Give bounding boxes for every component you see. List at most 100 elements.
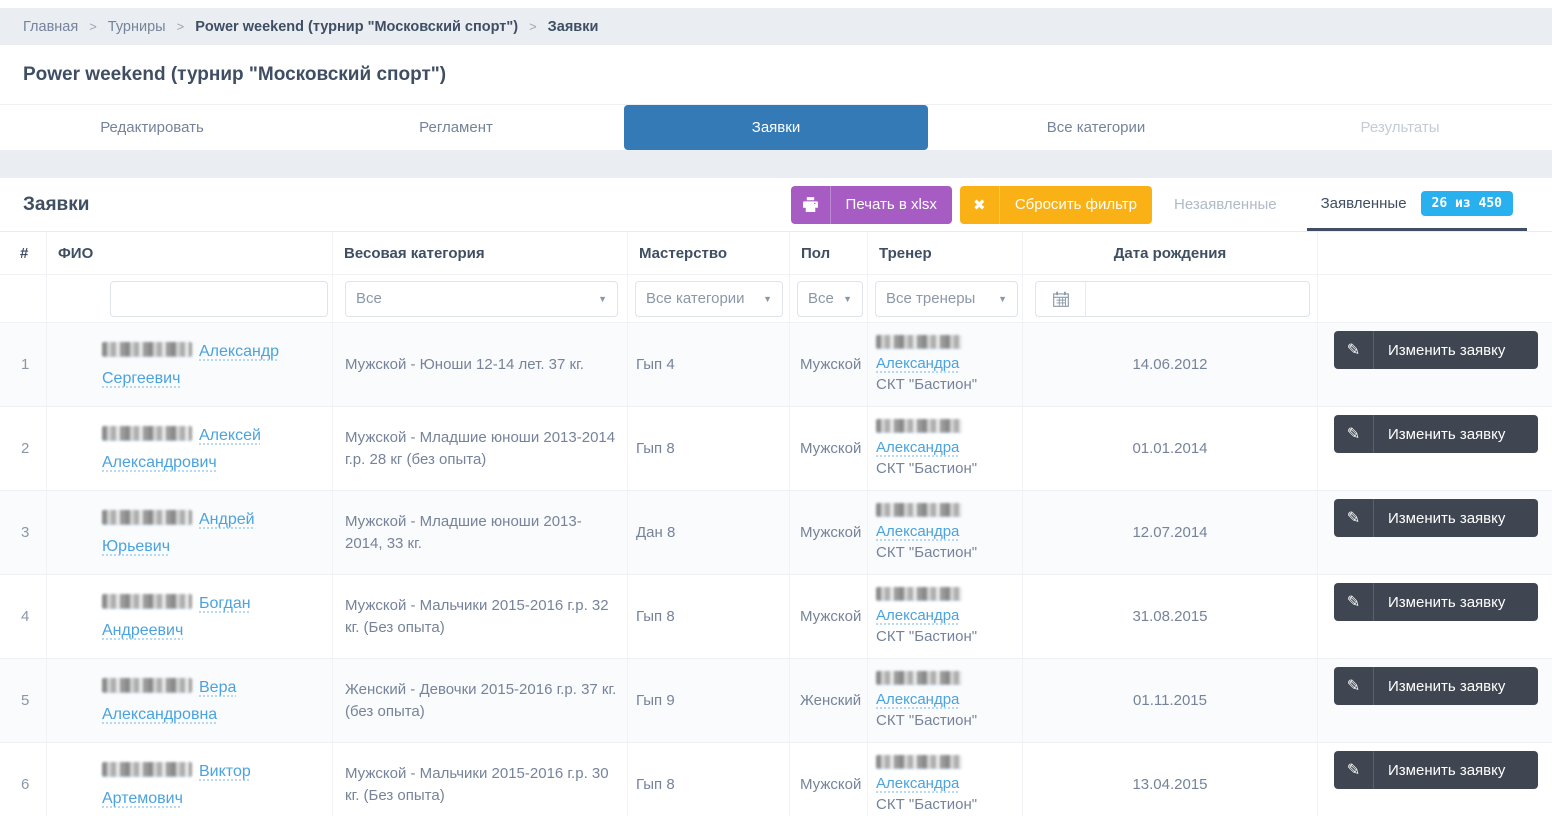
edit-application-button[interactable]: ✎ Изменить заявку bbox=[1334, 751, 1538, 789]
trainer-club: СКТ "Бастион" bbox=[876, 374, 1022, 395]
action-cell: ✎ Изменить заявку bbox=[1318, 659, 1552, 742]
row-number: 1 bbox=[0, 323, 47, 406]
gender-cell: Мужской bbox=[790, 323, 868, 406]
birth-date-filter-input[interactable] bbox=[1086, 282, 1309, 316]
birth-date-cell: 14.06.2012 bbox=[1023, 323, 1318, 406]
redacted-trainer-surname bbox=[876, 419, 962, 433]
header-actions bbox=[1318, 232, 1552, 274]
birth-date-cell: 01.11.2015 bbox=[1023, 659, 1318, 742]
athlete-link[interactable]: Виктор Артемович bbox=[102, 758, 322, 812]
athlete-link[interactable]: Вера Александровна bbox=[102, 674, 322, 728]
filter-trainer-cell: Все тренеры ▼ bbox=[868, 275, 1023, 323]
action-cell: ✎ Изменить заявку bbox=[1318, 323, 1552, 406]
trainer-cell: Александра СКТ "Бастион" bbox=[868, 323, 1023, 406]
header-fio: ФИО bbox=[47, 232, 333, 274]
trainer-link[interactable]: Александра bbox=[876, 353, 959, 374]
weight-category-cell: Мужской - Мальчики 2015-2016 г.р. 32 кг.… bbox=[333, 575, 628, 658]
x-icon: ✖ bbox=[960, 186, 1000, 224]
skill-cell: Гып 9 bbox=[628, 659, 790, 742]
filter-fio-cell bbox=[47, 275, 333, 323]
table-row: 6 Виктор Артемович Мужской - Мальчики 20… bbox=[0, 743, 1552, 816]
table-row: 3 Андрей Юрьевич Мужской - Младшие юноши… bbox=[0, 491, 1552, 575]
calendar-icon[interactable] bbox=[1036, 282, 1086, 316]
separator-band bbox=[0, 150, 1552, 178]
pencil-icon: ✎ bbox=[1334, 583, 1374, 621]
skill-filter-select[interactable]: Все категории ▼ bbox=[635, 281, 783, 317]
athlete-link[interactable]: Алексей Александрович bbox=[102, 422, 322, 476]
redacted-surname bbox=[102, 426, 192, 441]
edit-button-label: Изменить заявку bbox=[1374, 342, 1519, 359]
athlete-link[interactable]: Богдан Андреевич bbox=[102, 590, 322, 644]
trainer-link[interactable]: Александра bbox=[876, 605, 959, 626]
breadcrumb-tournaments[interactable]: Турниры bbox=[108, 19, 166, 35]
action-cell: ✎ Изменить заявку bbox=[1318, 407, 1552, 490]
athlete-link[interactable]: Александр Сергеевич bbox=[102, 338, 322, 392]
athlete-link[interactable]: Андрей Юрьевич bbox=[102, 506, 322, 560]
breadcrumb-applications: Заявки bbox=[548, 19, 599, 35]
trainer-club: СКТ "Бастион" bbox=[876, 542, 1022, 563]
skill-cell: Дан 8 bbox=[628, 491, 790, 574]
trainer-cell: Александра СКТ "Бастион" bbox=[868, 491, 1023, 574]
filter-num-cell bbox=[0, 275, 47, 323]
declared-label: Заявленные bbox=[1321, 195, 1407, 212]
weight-filter-value: Все bbox=[356, 290, 382, 307]
breadcrumb-separator: > bbox=[529, 19, 537, 34]
breadcrumb: Главная > Турниры > Power weekend (турни… bbox=[0, 8, 1552, 45]
trainer-link[interactable]: Александра bbox=[876, 689, 959, 710]
redacted-surname bbox=[102, 762, 192, 777]
page: Главная > Турниры > Power weekend (турни… bbox=[0, 0, 1552, 816]
skill-cell: Гып 4 bbox=[628, 323, 790, 406]
tab-edit[interactable]: Редактировать bbox=[0, 105, 304, 150]
table-row: 2 Алексей Александрович Мужской - Младши… bbox=[0, 407, 1552, 491]
header-trainer: Тренер bbox=[868, 232, 1023, 274]
redacted-trainer-surname bbox=[876, 671, 962, 685]
gender-cell: Мужской bbox=[790, 575, 868, 658]
gender-filter-select[interactable]: Все ▼ bbox=[797, 281, 863, 317]
gender-filter-value: Все bbox=[808, 290, 834, 307]
table-row: 4 Богдан Андреевич Мужской - Мальчики 20… bbox=[0, 575, 1552, 659]
trainer-link[interactable]: Александра bbox=[876, 437, 959, 458]
declared-filter-active[interactable]: Заявленные 26 из 450 bbox=[1307, 178, 1527, 231]
table-row: 5 Вера Александровна Женский - Девочки 2… bbox=[0, 659, 1552, 743]
gender-cell: Мужской bbox=[790, 743, 868, 816]
fio-filter-input[interactable] bbox=[110, 281, 328, 317]
trainer-filter-select[interactable]: Все тренеры ▼ bbox=[875, 281, 1018, 317]
table-row: 1 Александр Сергеевич Мужской - Юноши 12… bbox=[0, 323, 1552, 407]
reset-filter-button[interactable]: ✖ Сбросить фильтр bbox=[960, 186, 1152, 224]
edit-button-label: Изменить заявку bbox=[1374, 762, 1519, 779]
weight-filter-select[interactable]: Все ▼ bbox=[345, 281, 618, 317]
trainer-cell: Александра СКТ "Бастион" bbox=[868, 659, 1023, 742]
trainer-link[interactable]: Александра bbox=[876, 521, 959, 542]
fio-cell: Андрей Юрьевич bbox=[47, 491, 333, 574]
edit-application-button[interactable]: ✎ Изменить заявку bbox=[1334, 583, 1538, 621]
header-skill: Мастерство bbox=[628, 232, 790, 274]
row-number: 5 bbox=[0, 659, 47, 742]
weight-category-cell: Мужской - Младшие юноши 2013-2014, 33 кг… bbox=[333, 491, 628, 574]
edit-application-button[interactable]: ✎ Изменить заявку bbox=[1334, 499, 1538, 537]
edit-button-label: Изменить заявку bbox=[1374, 594, 1519, 611]
trainer-filter-value: Все тренеры bbox=[886, 290, 975, 307]
row-number: 2 bbox=[0, 407, 47, 490]
tab-regulations[interactable]: Регламент bbox=[304, 105, 608, 150]
breadcrumb-home[interactable]: Главная bbox=[23, 19, 78, 35]
edit-application-button[interactable]: ✎ Изменить заявку bbox=[1334, 415, 1538, 453]
chevron-down-icon: ▼ bbox=[843, 294, 852, 304]
edit-button-label: Изменить заявку bbox=[1374, 678, 1519, 695]
gender-cell: Мужской bbox=[790, 491, 868, 574]
edit-application-button[interactable]: ✎ Изменить заявку bbox=[1334, 667, 1538, 705]
undeclared-filter-link[interactable]: Незаявленные bbox=[1174, 196, 1277, 213]
edit-button-label: Изменить заявку bbox=[1374, 510, 1519, 527]
birth-date-cell: 01.01.2014 bbox=[1023, 407, 1318, 490]
print-xlsx-button[interactable]: Печать в xlsx bbox=[791, 186, 952, 224]
tab-results[interactable]: Результаты bbox=[1248, 105, 1552, 150]
redacted-surname bbox=[102, 678, 192, 693]
trainer-club: СКТ "Бастион" bbox=[876, 794, 1022, 815]
birth-date-cell: 13.04.2015 bbox=[1023, 743, 1318, 816]
pencil-icon: ✎ bbox=[1334, 751, 1374, 789]
tab-all-categories[interactable]: Все категории bbox=[944, 105, 1248, 150]
edit-application-button[interactable]: ✎ Изменить заявку bbox=[1334, 331, 1538, 369]
tab-applications[interactable]: Заявки bbox=[624, 105, 928, 150]
printer-icon bbox=[791, 186, 831, 224]
trainer-link[interactable]: Александра bbox=[876, 773, 959, 794]
chevron-down-icon: ▼ bbox=[763, 294, 772, 304]
